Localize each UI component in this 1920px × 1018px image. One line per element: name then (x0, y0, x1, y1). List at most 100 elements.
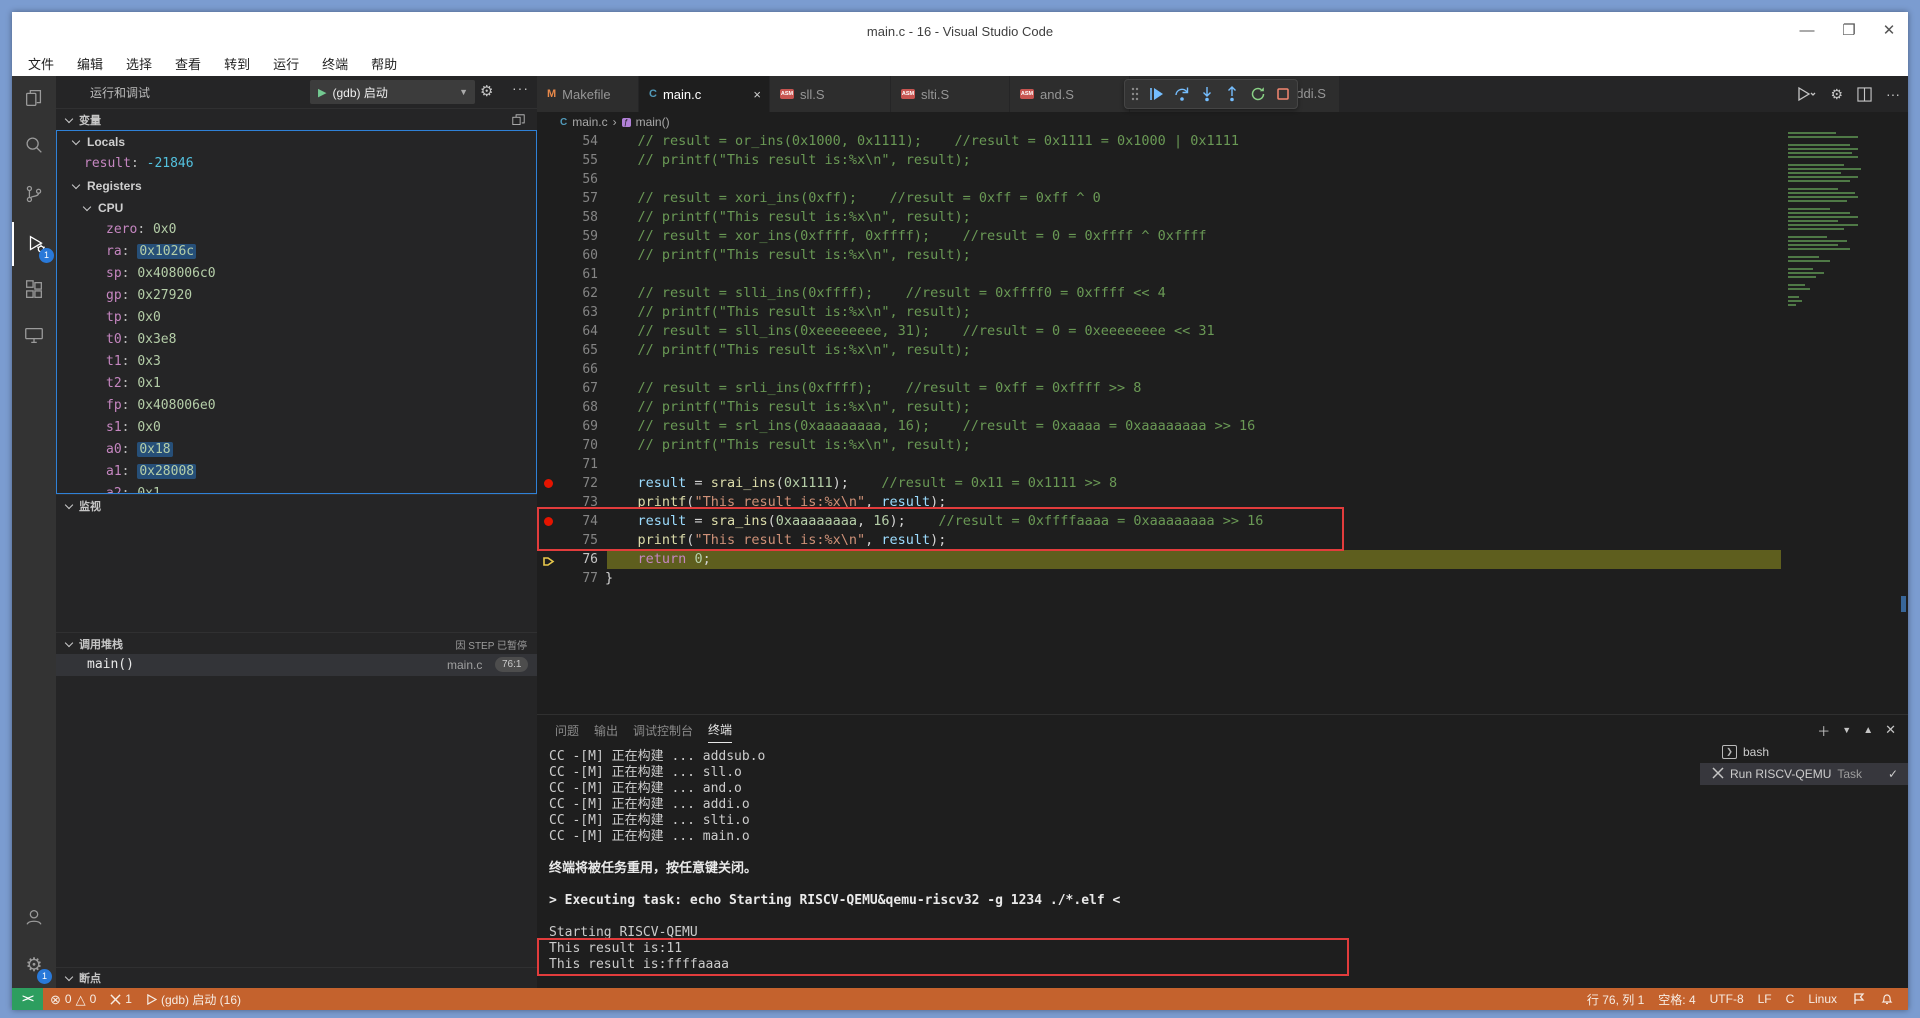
toolbar-grip-icon[interactable] (1131, 87, 1139, 101)
gutter-glyph[interactable] (537, 208, 561, 227)
breakpoints-section-header[interactable]: 断点 (56, 967, 537, 988)
gutter-glyph[interactable] (537, 436, 561, 455)
variable-sp[interactable]: sp: 0x408006c0 (57, 263, 536, 285)
tree-group-CPU[interactable]: CPU (57, 197, 536, 219)
continue-icon[interactable] (1148, 86, 1164, 102)
panel-tab-调试控制台[interactable]: 调试控制台 (633, 718, 693, 743)
breadcrumb-symbol[interactable]: main() (636, 115, 670, 129)
tree-group-Locals[interactable]: Locals (57, 131, 536, 153)
notifications-bell-icon[interactable] (1874, 988, 1900, 1010)
watch-section-header[interactable]: 监视 (56, 494, 537, 517)
source-control-icon[interactable] (12, 172, 56, 216)
breakpoint-icon[interactable] (544, 479, 553, 488)
gutter-glyph[interactable] (537, 151, 561, 170)
step-over-icon[interactable] (1174, 86, 1190, 102)
split-editor-icon[interactable] (1857, 87, 1872, 102)
variables-section-header[interactable]: 变量 (56, 108, 537, 131)
gutter-glyph[interactable] (537, 474, 561, 493)
extensions-icon[interactable] (12, 268, 56, 312)
gutter-glyph[interactable] (537, 284, 561, 303)
menu-item[interactable]: 文件 (24, 53, 58, 74)
stack-frame-row[interactable]: main() main.c 76:1 (56, 654, 537, 676)
variable-a2[interactable]: a2: 0x1 (57, 483, 536, 494)
callstack-section-header[interactable]: 调用堆栈 因 STEP 已暂停 (56, 632, 537, 655)
minimap[interactable] (1784, 132, 1898, 392)
variable-s1[interactable]: s1: 0x0 (57, 417, 536, 439)
panel-tab-问题[interactable]: 问题 (555, 718, 579, 743)
new-terminal-icon[interactable]: ＋ (1817, 721, 1830, 740)
panel-layout-icon[interactable] (512, 114, 525, 127)
settings-gear-icon[interactable]: ⚙ 1 (12, 943, 56, 987)
gutter-glyph[interactable] (537, 341, 561, 360)
remote-indicator[interactable]: >< (12, 988, 43, 1010)
gutter-glyph[interactable] (537, 227, 561, 246)
breadcrumb-file[interactable]: main.c (572, 115, 607, 129)
status-item[interactable]: C (1779, 988, 1802, 1010)
gutter-glyph[interactable] (537, 189, 561, 208)
explorer-icon[interactable] (12, 76, 56, 120)
more-actions-icon[interactable]: ··· (1886, 86, 1900, 102)
status-item[interactable]: LF (1751, 988, 1779, 1010)
tab-slti.S[interactable]: ASMslti.S (891, 76, 1010, 112)
variable-fp[interactable]: fp: 0x408006e0 (57, 395, 536, 417)
remote-explorer-icon[interactable] (12, 313, 56, 357)
status-item[interactable]: Linux (1801, 988, 1844, 1010)
run-or-debug-icon[interactable] (1796, 86, 1816, 102)
variable-t1[interactable]: t1: 0x3 (57, 351, 536, 373)
maximize-panel-icon[interactable]: ▲ (1863, 725, 1873, 736)
terminal-dropdown-icon[interactable]: ▼ (1842, 725, 1851, 735)
run-debug-icon[interactable]: 1 (12, 222, 58, 266)
feedback-icon[interactable] (1846, 988, 1872, 1010)
tab-and.S[interactable]: ASMand.S (1010, 76, 1130, 112)
variable-result[interactable]: result: -21846 (57, 153, 536, 175)
more-actions-icon[interactable]: ··· (512, 80, 529, 96)
menu-item[interactable]: 编辑 (73, 53, 107, 74)
search-icon[interactable] (12, 123, 56, 167)
gutter-glyph[interactable] (537, 322, 561, 341)
gutter-glyph[interactable] (537, 455, 561, 474)
variable-tp[interactable]: tp: 0x0 (57, 307, 536, 329)
tab-main.c[interactable]: Cmain.c× (639, 76, 770, 112)
status-item[interactable]: UTF-8 (1703, 988, 1751, 1010)
status-item[interactable]: 行 76, 列 1 (1580, 988, 1651, 1010)
tab-Makefile[interactable]: MMakefile (537, 76, 639, 112)
menu-item[interactable]: 运行 (269, 53, 303, 74)
status-item[interactable]: 空格: 4 (1651, 988, 1702, 1010)
debug-session-status[interactable]: (gdb) 启动 (16) (139, 988, 248, 1010)
variable-zero[interactable]: zero: 0x0 (57, 219, 536, 241)
gutter-glyph[interactable] (537, 246, 561, 265)
stop-icon[interactable] (1275, 86, 1291, 102)
terminal-list-item-bash[interactable]: ❯bash (1700, 741, 1908, 763)
variable-t2[interactable]: t2: 0x1 (57, 373, 536, 395)
running-tasks-status[interactable]: 1 (103, 988, 139, 1010)
start-debug-icon[interactable]: ▶ (318, 86, 326, 99)
restart-icon[interactable] (1250, 86, 1266, 102)
debug-settings-gear-icon[interactable]: ⚙ (480, 82, 493, 100)
gutter-glyph[interactable] (537, 265, 561, 284)
menu-item[interactable]: 查看 (171, 53, 205, 74)
tree-group-Registers[interactable]: Registers (57, 175, 536, 197)
gear-icon[interactable]: ⚙ (1830, 86, 1843, 103)
terminal-list-item-Run RISCV-QEMU[interactable]: Run RISCV-QEMUTask✓ (1700, 763, 1908, 785)
gutter-glyph[interactable] (537, 398, 561, 417)
step-out-icon[interactable] (1224, 86, 1240, 102)
gutter-glyph[interactable] (537, 569, 561, 588)
tab-sll.S[interactable]: ASMsll.S (770, 76, 891, 112)
problems-status[interactable]: ⊗ 0 △ 0 (43, 988, 103, 1010)
menu-item[interactable]: 帮助 (367, 53, 401, 74)
menu-item[interactable]: 转到 (220, 53, 254, 74)
variable-a0[interactable]: a0: 0x18 (57, 439, 536, 461)
panel-tab-终端[interactable]: 终端 (708, 717, 732, 743)
variable-gp[interactable]: gp: 0x27920 (57, 285, 536, 307)
menu-item[interactable]: 终端 (318, 53, 352, 74)
gutter-glyph[interactable] (537, 417, 561, 436)
close-button[interactable]: ✕ (1872, 12, 1906, 50)
gutter-glyph[interactable] (537, 379, 561, 398)
account-icon[interactable] (12, 895, 56, 939)
gutter-glyph[interactable] (537, 550, 561, 569)
panel-tab-输出[interactable]: 输出 (594, 718, 618, 743)
gutter-glyph[interactable] (537, 132, 561, 151)
menu-item[interactable]: 选择 (122, 53, 156, 74)
gutter-glyph[interactable] (537, 170, 561, 189)
gutter-glyph[interactable] (537, 360, 561, 379)
